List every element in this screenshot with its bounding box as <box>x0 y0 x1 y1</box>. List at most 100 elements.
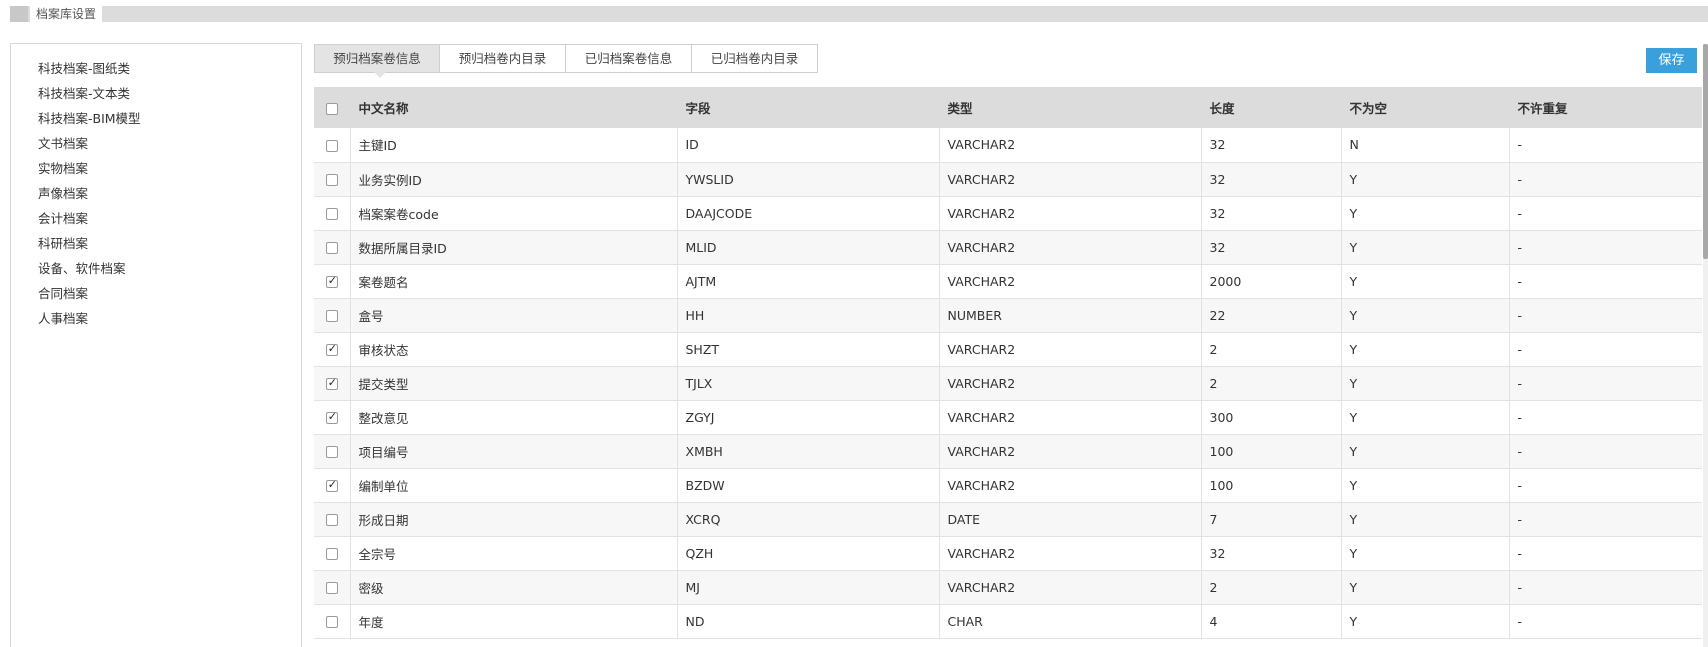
table-row[interactable]: 全宗号 QZH VARCHAR2 32 Y - <box>314 536 1702 570</box>
breadcrumb-marker <box>10 6 28 22</box>
cell-type: VARCHAR2 <box>939 230 1202 264</box>
cell-length: 100 <box>1201 434 1342 468</box>
sidebar-item-documents[interactable]: 文书档案 <box>38 133 88 152</box>
table-row[interactable]: 提交类型TJLXVARCHAR22Y- <box>314 366 1702 400</box>
table-row[interactable]: 编制单位BZDWVARCHAR2100Y- <box>314 468 1702 502</box>
cell-not-null: Y <box>1341 604 1510 638</box>
sidebar-item-accounting[interactable]: 会计档案 <box>38 208 88 227</box>
save-button[interactable]: 保存 <box>1646 48 1697 73</box>
row-checkbox[interactable] <box>325 446 338 458</box>
cell-not-null: Y <box>1341 468 1510 502</box>
column-header-name: 中文名称 <box>350 87 678 128</box>
row-select-cell <box>314 468 351 502</box>
cell-length: 4 <box>1201 604 1342 638</box>
cell-field: BZDW <box>677 468 940 502</box>
row-checkbox[interactable] <box>325 548 338 560</box>
row-select-cell <box>314 128 351 162</box>
table-row[interactable]: 项目编号 XMBH VARCHAR2 100 Y - <box>314 434 1702 468</box>
cell-length: 22 <box>1201 298 1342 332</box>
sidebar-item-audiovisual[interactable]: 声像档案 <box>38 183 88 202</box>
scrollbar-thumb[interactable] <box>1703 44 1708 259</box>
cell-unique: - <box>1509 366 1702 400</box>
cell-unique: - <box>1509 434 1702 468</box>
archive-category-sidebar: 科技档案-图纸类 科技档案-文本类 科技档案-BIM模型 文书档案 实物档案 声… <box>10 43 302 647</box>
cell-unique: - <box>1509 468 1702 502</box>
sidebar-item-personnel[interactable]: 人事档案 <box>38 308 88 327</box>
table-row[interactable]: 审核状态SHZTVARCHAR22Y- <box>314 332 1702 366</box>
row-checkbox[interactable] <box>325 139 338 152</box>
row-checkbox[interactable] <box>325 174 338 186</box>
row-checkbox[interactable] <box>325 514 338 526</box>
sidebar-item-tech-drawings[interactable]: 科技档案-图纸类 <box>38 58 130 77</box>
sidebar-item-tech-text[interactable]: 科技档案-文本类 <box>38 83 130 102</box>
row-checkbox[interactable] <box>325 310 338 322</box>
cell-field: SHZT <box>677 332 940 366</box>
table-row[interactable]: 形成日期 XCRQ DATE 7 Y - <box>314 502 1702 536</box>
table-row[interactable]: 主键ID ID VARCHAR2 32 N - <box>314 128 1702 162</box>
tab-archived-volume-info[interactable]: 已归档案卷信息 <box>565 44 692 73</box>
cell-field: QZH <box>677 536 940 570</box>
cell-unique: - <box>1509 536 1702 570</box>
row-select-cell <box>314 502 351 536</box>
tab-pre-archive-catalog[interactable]: 预归档卷内目录 <box>439 44 566 73</box>
table-row[interactable]: 年度 ND CHAR 4 Y - <box>314 604 1702 638</box>
cell-not-null: Y <box>1341 434 1510 468</box>
sidebar-item-research[interactable]: 科研档案 <box>38 233 88 252</box>
row-checkbox[interactable] <box>325 478 338 492</box>
table-row[interactable]: 数据所属目录ID MLID VARCHAR2 32 Y - <box>314 230 1702 264</box>
cell-field: XMBH <box>677 434 940 468</box>
cell-length: 2 <box>1201 332 1342 366</box>
row-checkbox[interactable] <box>325 616 338 628</box>
sidebar-item-equipment[interactable]: 设备、软件档案 <box>38 258 126 277</box>
table-row[interactable]: 盒号 HH NUMBER 22 Y - <box>314 298 1702 332</box>
cell-unique: - <box>1509 570 1702 604</box>
column-header-field: 字段 <box>677 87 940 128</box>
cell-field: MLID <box>677 230 940 264</box>
row-select-cell <box>314 298 351 332</box>
cell-type: VARCHAR2 <box>939 162 1202 196</box>
cell-length: 2000 <box>1201 264 1342 298</box>
select-all-checkbox[interactable] <box>325 102 338 115</box>
cell-unique: - <box>1509 332 1702 366</box>
tab-archived-catalog[interactable]: 已归档卷内目录 <box>691 44 818 73</box>
row-checkbox[interactable] <box>325 208 338 220</box>
cell-field: YWSLID <box>677 162 940 196</box>
table-row[interactable]: 档案案卷code DAAJCODE VARCHAR2 32 Y - <box>314 196 1702 230</box>
row-select-cell <box>314 264 351 298</box>
row-checkbox[interactable] <box>325 342 338 356</box>
row-checkbox[interactable] <box>325 582 338 594</box>
cell-type: VARCHAR2 <box>939 536 1202 570</box>
cell-not-null: Y <box>1341 298 1510 332</box>
cell-unique: - <box>1509 400 1702 434</box>
cell-name: 业务实例ID <box>350 162 678 196</box>
vertical-scrollbar[interactable] <box>1703 44 1708 647</box>
cell-name: 提交类型 <box>350 366 678 400</box>
table-row[interactable]: 业务实例ID YWSLID VARCHAR2 32 Y - <box>314 162 1702 196</box>
table-row[interactable]: 整改意见ZGYJVARCHAR2300Y- <box>314 400 1702 434</box>
sidebar-item-contracts[interactable]: 合同档案 <box>38 283 88 302</box>
select-all-cell <box>314 87 351 128</box>
cell-type: VARCHAR2 <box>939 264 1202 298</box>
table-row[interactable]: 案卷题名AJTMVARCHAR22000Y- <box>314 264 1702 298</box>
row-checkbox[interactable] <box>325 410 338 424</box>
table-row[interactable]: 密级 MJ VARCHAR2 2 Y - <box>314 570 1702 604</box>
breadcrumb-bar: 档案库设置 <box>10 5 1708 23</box>
row-select-cell <box>314 400 351 434</box>
row-select-cell <box>314 162 351 196</box>
row-select-cell <box>314 366 351 400</box>
cell-type: VARCHAR2 <box>939 366 1202 400</box>
tab-pre-archive-volume-info[interactable]: 预归档案卷信息 <box>314 44 440 73</box>
column-header-not-null: 不为空 <box>1341 87 1510 128</box>
sidebar-item-tech-bim[interactable]: 科技档案-BIM模型 <box>38 108 141 127</box>
cell-name: 全宗号 <box>350 536 678 570</box>
active-tab-indicator <box>374 72 386 78</box>
row-checkbox[interactable] <box>325 376 338 390</box>
row-checkbox[interactable] <box>325 242 338 254</box>
cell-name: 盒号 <box>350 298 678 332</box>
cell-field: DAAJCODE <box>677 196 940 230</box>
cell-length: 7 <box>1201 502 1342 536</box>
sidebar-item-physical[interactable]: 实物档案 <box>38 158 88 177</box>
cell-name: 形成日期 <box>350 502 678 536</box>
row-checkbox[interactable] <box>325 274 338 288</box>
cell-type: NUMBER <box>939 298 1202 332</box>
